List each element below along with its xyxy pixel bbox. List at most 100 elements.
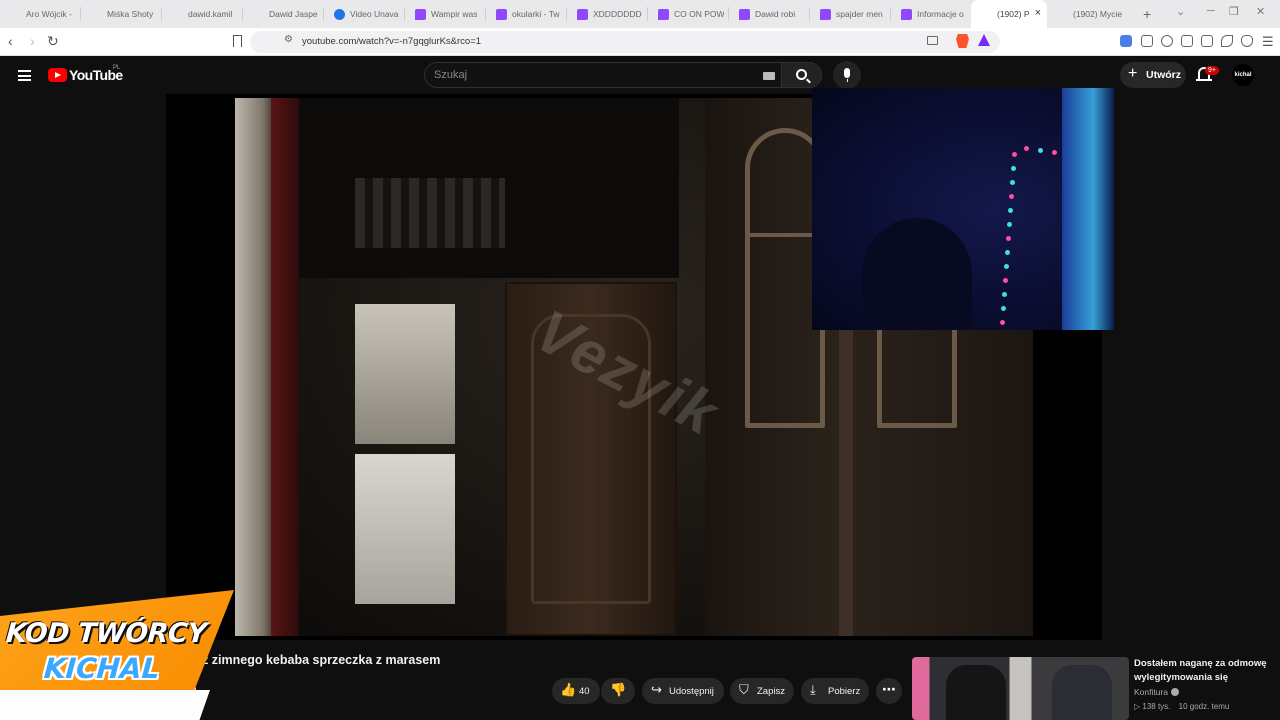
twitch-icon — [820, 8, 831, 20]
browser-tab[interactable]: CO ON POW — [648, 0, 728, 28]
dislike-button[interactable]: 👎 — [601, 678, 635, 704]
translate-extension-icon[interactable] — [1120, 35, 1132, 47]
browser-tab-active[interactable]: (1902) P × — [971, 0, 1047, 28]
microphone-icon — [844, 68, 850, 82]
close-window-icon[interactable]: ✕ — [1256, 5, 1265, 18]
video-scene-poster — [355, 304, 455, 444]
leo-ai-icon[interactable] — [1221, 35, 1233, 47]
browser-tab[interactable]: Wampir was — [405, 0, 485, 28]
led-light — [1052, 150, 1057, 155]
download-button[interactable]: ⤓ Pobierz — [801, 678, 869, 704]
save-button[interactable]: ⛉ Zapisz — [730, 678, 794, 704]
led-light — [1007, 222, 1012, 227]
browser-tab[interactable]: Video Unava — [324, 0, 404, 28]
new-tab-button[interactable]: + — [1143, 6, 1151, 22]
address-bar[interactable]: ⚙ youtube.com/watch?v=-n7gqglurKs&rco=1 — [233, 31, 1000, 53]
browser-tab[interactable]: Dawid Jaspe — [243, 0, 323, 28]
media-icon[interactable] — [1161, 35, 1173, 47]
browser-tab[interactable]: okularki - Tw — [486, 0, 566, 28]
youtube-logo-icon[interactable] — [48, 68, 67, 82]
browser-tab[interactable]: XDDDDDDD — [567, 0, 647, 28]
keyboard-icon[interactable] — [763, 72, 775, 80]
browser-tab[interactable]: spajder men — [810, 0, 890, 28]
bookmark-icon: ⛉ — [739, 682, 749, 697]
twitch-icon — [496, 8, 507, 20]
led-light — [1002, 292, 1007, 297]
thumbnail-person — [1052, 665, 1112, 720]
bookmark-icon[interactable] — [233, 35, 242, 47]
search-input[interactable] — [434, 67, 734, 83]
led-light — [1006, 236, 1011, 241]
url-text[interactable]: youtube.com/watch?v=-n7gqglurKs&rco=1 — [302, 36, 481, 47]
minimize-window-icon[interactable]: ─ — [1207, 5, 1215, 17]
browser-tab[interactable]: Informacje o — [891, 0, 971, 28]
view-count: 138 tys. — [1142, 702, 1171, 711]
forward-icon[interactable]: › — [30, 34, 35, 48]
reload-icon[interactable]: ↻ — [47, 34, 59, 48]
video-scene-books — [355, 178, 505, 248]
thumbs-down-icon: 👎 — [610, 682, 627, 697]
led-light — [1008, 208, 1013, 213]
video-scene-window-bar — [750, 233, 820, 237]
cast-icon[interactable] — [927, 36, 938, 45]
creator-code-label: KOD TWÓRCY — [4, 618, 208, 649]
video-scene-curtain — [271, 98, 299, 636]
thumbnail-person — [946, 665, 1006, 720]
search-icon — [796, 69, 807, 80]
led-light — [1003, 278, 1008, 283]
led-light — [1009, 194, 1014, 199]
create-button[interactable]: + Utwórz — [1120, 62, 1186, 88]
extensions-icon[interactable] — [1141, 35, 1153, 47]
like-button[interactable]: 👍 40 — [552, 678, 600, 704]
led-light — [1024, 146, 1029, 151]
close-tab-icon[interactable]: × — [1035, 8, 1041, 19]
browser-tab[interactable]: Aro Wójcik - — [0, 0, 80, 28]
plus-icon: + — [1128, 65, 1138, 82]
led-light — [1005, 250, 1010, 255]
video-scene-wall — [235, 98, 275, 636]
led-light — [1004, 264, 1009, 269]
twitch-icon — [901, 8, 912, 20]
webcam-light — [1062, 88, 1114, 330]
browser-menu-icon[interactable]: ☰ — [1262, 34, 1274, 50]
browser-tab[interactable]: dawid.kamil — [162, 0, 242, 28]
restore-window-icon[interactable]: ❐ — [1229, 5, 1239, 18]
site-info-icon[interactable]: ⚙ — [284, 34, 293, 45]
recommended-channel[interactable]: Konfitura — [1134, 687, 1180, 697]
voice-search-button[interactable] — [833, 61, 861, 89]
video-scene-poster — [355, 454, 455, 604]
sidebar-icon[interactable] — [1181, 35, 1193, 47]
recommended-video[interactable]: Dostałem naganę za odmowę wylegitymowani… — [912, 657, 1280, 720]
vpn-icon[interactable] — [1241, 35, 1253, 47]
recommended-video-title[interactable]: Dostałem naganę za odmowę wylegitymowani… — [1134, 657, 1274, 685]
wallet-icon[interactable] — [1201, 35, 1213, 47]
browser-tab-strip: Aro Wójcik - Miśka Shoty dawid.kamil Daw… — [0, 0, 1280, 28]
minimize-icon[interactable]: ⌄ — [1176, 5, 1185, 18]
search-button[interactable] — [782, 62, 822, 88]
twitch-icon — [415, 8, 426, 20]
brave-rewards-icon[interactable] — [978, 34, 990, 46]
creator-code-value: KICHAL — [42, 652, 161, 685]
search-box — [424, 62, 782, 88]
video-thumbnail[interactable] — [912, 657, 1129, 720]
share-icon: ↪ — [651, 682, 662, 697]
creator-code-banner: KOD TWÓRCY KICHAL — [0, 590, 234, 720]
browser-tab[interactable]: Miśka Shoty — [81, 0, 161, 28]
banner-stripe — [0, 690, 210, 720]
browser-tab[interactable]: (1902) Mycie — [1047, 0, 1127, 28]
upload-time: 10 godz. temu — [1178, 702, 1230, 711]
notifications-badge: 9+ — [1205, 66, 1219, 75]
led-light — [1000, 320, 1005, 325]
menu-icon[interactable] — [18, 70, 31, 81]
more-actions-icon[interactable]: ⋯ — [876, 678, 902, 704]
share-button[interactable]: ↪ Udostępnij — [642, 678, 724, 704]
avatar[interactable]: kichal — [1232, 64, 1254, 86]
channel-name: Konfitura — [1134, 687, 1169, 697]
led-light — [1010, 180, 1015, 185]
browser-tab[interactable]: Dawid robi — [729, 0, 809, 28]
twitch-icon — [658, 8, 669, 20]
back-icon[interactable]: ‹ — [8, 34, 13, 48]
meta-icon — [334, 8, 345, 20]
address-toolbar: ‹ › ↻ ⚙ youtube.com/watch?v=-n7gqglurKs&… — [0, 28, 1280, 56]
led-light — [1038, 148, 1043, 153]
